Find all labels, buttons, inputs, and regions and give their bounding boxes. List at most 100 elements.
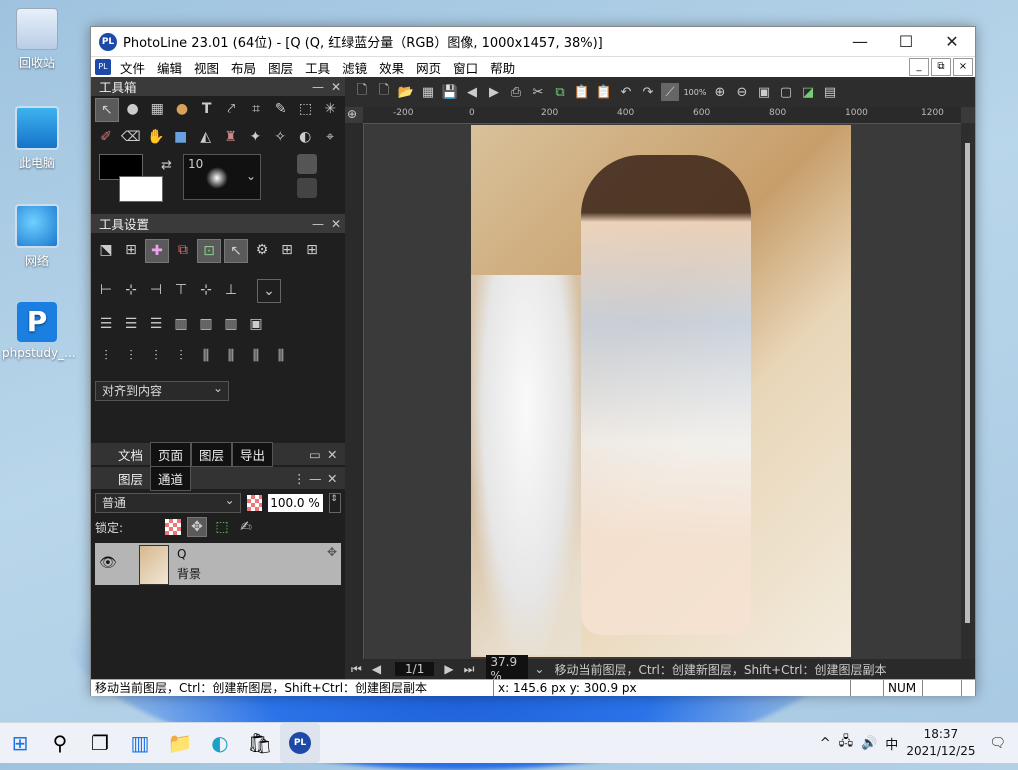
desktop-icon-network[interactable]: 网络 xyxy=(2,204,72,269)
widgets-icon[interactable]: ▥ xyxy=(120,723,160,763)
space-3-icon[interactable]: ⫶ xyxy=(145,345,167,367)
document-icon[interactable]: PL xyxy=(95,59,111,75)
distribute-3-icon[interactable]: ☰ xyxy=(145,313,167,335)
pointer-tool-icon[interactable]: ↖ xyxy=(95,98,119,122)
new-document-icon[interactable]: 🗋 xyxy=(353,83,371,101)
close-button[interactable]: ✕ xyxy=(929,32,975,51)
dodge-tool-icon[interactable]: ✦ xyxy=(244,126,266,148)
align-target-select[interactable]: 对齐到内容 xyxy=(95,379,229,401)
close-panel-icon[interactable]: ✕ xyxy=(327,80,345,94)
volume-icon[interactable]: 🔊 xyxy=(861,736,877,751)
photoline-taskbar-icon[interactable]: PL xyxy=(280,723,320,763)
align-hcenter-icon[interactable]: ⊹ xyxy=(120,279,142,301)
gear-icon[interactable]: ⚙ xyxy=(251,239,273,261)
paste-icon[interactable]: 📋 xyxy=(573,83,591,101)
distribute-5-icon[interactable]: ▥ xyxy=(195,313,217,335)
back-arrow-icon[interactable]: ◀ xyxy=(463,83,481,101)
brush-tool-icon[interactable]: ● xyxy=(122,98,144,120)
desktop-icon-this-pc[interactable]: 此电脑 xyxy=(2,106,72,171)
canvas-area[interactable]: ⊕ -200 0 200 400 600 800 1000 1200 xyxy=(345,107,975,679)
zoom-100-button[interactable]: 100% xyxy=(683,83,707,101)
tab-page[interactable]: 页面 xyxy=(150,441,192,467)
lock-size-icon[interactable]: ⬚ xyxy=(213,518,231,536)
minimize-panel-icon[interactable]: — xyxy=(309,80,327,94)
pen-tool-icon[interactable]: ✎ xyxy=(270,98,292,120)
table-grid-icon[interactable]: ⊞ xyxy=(276,239,298,261)
close-panel-icon[interactable]: ✕ xyxy=(327,471,345,486)
swap-colors-icon[interactable]: ⇄ xyxy=(161,158,172,173)
store-icon[interactable]: 🛍 xyxy=(240,723,280,763)
next-page-icon[interactable]: ▶ xyxy=(444,662,453,676)
space-8-icon[interactable]: ⫼ xyxy=(270,345,292,367)
tab-channels[interactable]: 通道 xyxy=(150,465,192,491)
paste-special-icon[interactable]: 📋 xyxy=(595,83,613,101)
zoom-chevron-icon[interactable]: ⌄ xyxy=(534,662,544,676)
page-indicator[interactable]: 1/1 xyxy=(395,662,435,676)
task-view-icon[interactable]: ❐ xyxy=(80,723,120,763)
tab-document[interactable]: 文档 xyxy=(111,443,150,466)
menu-layout[interactable]: 布局 xyxy=(225,58,262,77)
copy-icon[interactable]: ⧉ xyxy=(551,83,569,101)
first-page-icon[interactable]: ⏮ xyxy=(351,662,362,677)
clock[interactable]: 18:37 2021/12/25 xyxy=(906,726,975,760)
gradient-tool-icon[interactable]: ■ xyxy=(170,126,192,148)
close-panel-icon[interactable]: ✕ xyxy=(327,217,345,231)
background-color-swatch[interactable] xyxy=(119,176,163,202)
magic-wand-icon[interactable]: ✳ xyxy=(319,98,341,120)
desktop-icon-phpstudy[interactable]: P phpstudy_... xyxy=(2,302,76,360)
menu-help[interactable]: 帮助 xyxy=(484,58,521,77)
fill-tool-icon[interactable]: ◭ xyxy=(195,126,217,148)
burn-tool-icon[interactable]: ✧ xyxy=(269,126,291,148)
network-status-icon[interactable]: 🖧 xyxy=(839,732,854,754)
fit-page-icon[interactable]: ▣ xyxy=(755,83,773,101)
blur-tool-icon[interactable]: ◐ xyxy=(294,126,316,148)
ime-indicator[interactable]: 中 xyxy=(885,734,898,753)
space-7-icon[interactable]: ⫼ xyxy=(245,345,267,367)
menu-filter[interactable]: 滤镜 xyxy=(336,58,373,77)
open-folder-icon[interactable]: 📂 xyxy=(397,83,415,101)
space-4-icon[interactable]: ⫶ xyxy=(170,345,192,367)
maximize-panel-icon[interactable]: ▭ xyxy=(309,447,327,462)
file-explorer-icon[interactable]: 📁 xyxy=(160,723,200,763)
text-tool-icon[interactable]: T xyxy=(196,98,218,120)
notification-icon[interactable]: 🗨 xyxy=(989,736,1006,751)
title-bar[interactable]: PL PhotoLine 23.01 (64位) - [Q (Q, 红绿蓝分量（… xyxy=(91,27,975,56)
snap-grid-icon[interactable]: ⊡ xyxy=(197,239,221,263)
more-options-icon[interactable]: ⋮ xyxy=(293,471,309,486)
print-icon[interactable]: ⎙ xyxy=(507,83,525,101)
redo-icon[interactable]: ↷ xyxy=(639,83,657,101)
distribute-4-icon[interactable]: ▥ xyxy=(170,313,192,335)
layer-link-icon[interactable]: ⧉ xyxy=(172,239,194,261)
desktop-icon-recycle-bin[interactable]: 回收站 xyxy=(2,8,72,71)
distribute-2-icon[interactable]: ☰ xyxy=(120,313,142,335)
align-top-icon[interactable]: ⊤ xyxy=(170,279,192,301)
maximize-button[interactable]: ☐ xyxy=(883,32,929,51)
align-right-icon[interactable]: ⊣ xyxy=(145,279,167,301)
opacity-stepper[interactable]: ⇕ xyxy=(329,493,341,513)
search-icon[interactable]: ⚲ xyxy=(40,723,80,763)
edge-browser-icon[interactable]: ◐ xyxy=(200,723,240,763)
crop-tool-icon[interactable]: ⌗ xyxy=(245,98,267,120)
mdi-close-button[interactable]: × xyxy=(953,58,973,76)
chevron-up-icon[interactable]: ^ xyxy=(820,736,831,751)
ruler-corner-crosshair-icon[interactable]: ⊕ xyxy=(347,107,357,121)
shape-tool-icon[interactable]: ● xyxy=(171,98,193,120)
histogram-icon[interactable]: ▤ xyxy=(821,83,839,101)
lock-transparency-icon[interactable] xyxy=(165,519,182,535)
menu-tools[interactable]: 工具 xyxy=(299,58,336,77)
fit-width-icon[interactable]: ▢ xyxy=(777,83,795,101)
horizontal-ruler[interactable]: -200 0 200 400 600 800 1000 1200 xyxy=(363,107,961,124)
pattern-tool-icon[interactable]: ▦ xyxy=(146,98,168,120)
align-vcenter-icon[interactable]: ⊹ xyxy=(195,279,217,301)
layer-row[interactable]: 👁 Q 背景 ✥ xyxy=(95,543,341,585)
eyedropper-tool-icon[interactable]: ⌖ xyxy=(319,126,341,148)
move-cross-icon[interactable]: ✚ xyxy=(145,239,169,263)
minimize-button[interactable]: — xyxy=(837,32,883,51)
minimize-panel-icon[interactable]: — xyxy=(309,471,327,486)
mdi-restore-button[interactable]: ⧉ xyxy=(931,58,951,76)
scrollbar-thumb[interactable] xyxy=(965,143,970,623)
last-page-icon[interactable]: ⏭ xyxy=(464,662,475,677)
transform-icon[interactable]: ⬔ xyxy=(95,239,117,261)
vertical-ruler[interactable] xyxy=(345,123,364,661)
prev-page-icon[interactable]: ◀ xyxy=(372,662,381,676)
